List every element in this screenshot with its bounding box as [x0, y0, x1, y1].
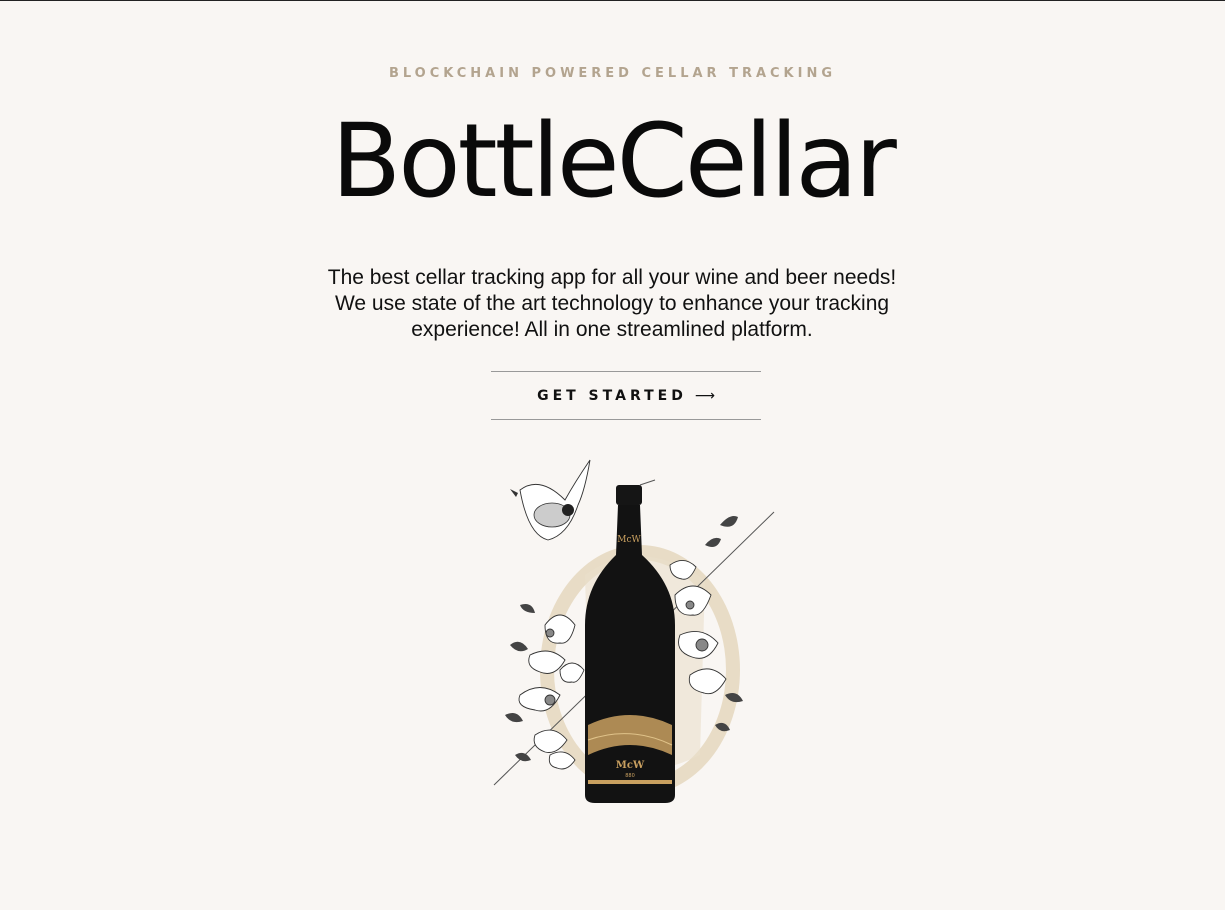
- get-started-label: GET STARTED: [537, 387, 687, 404]
- brand-title: BottleCellar: [331, 102, 897, 221]
- hero-illustration: McW McW 880: [490, 455, 780, 810]
- bird-icon: [510, 459, 591, 541]
- top-border: [0, 0, 1225, 1]
- wine-bottle-icon: McW McW 880: [585, 485, 675, 803]
- leaves-left-icon: [505, 604, 535, 762]
- arrow-right-icon: ⟶: [694, 387, 715, 404]
- hero-tagline: The best cellar tracking app for all you…: [327, 266, 897, 341]
- bottle-label-top: McW: [617, 535, 641, 545]
- bottle-label-sub: 880: [625, 773, 635, 779]
- hero-eyebrow: BLOCKCHAIN POWERED CELLAR TRACKING: [388, 66, 837, 81]
- bottle-label-main: McW: [616, 760, 645, 771]
- get-started-button[interactable]: GET STARTED ⟶: [491, 371, 761, 420]
